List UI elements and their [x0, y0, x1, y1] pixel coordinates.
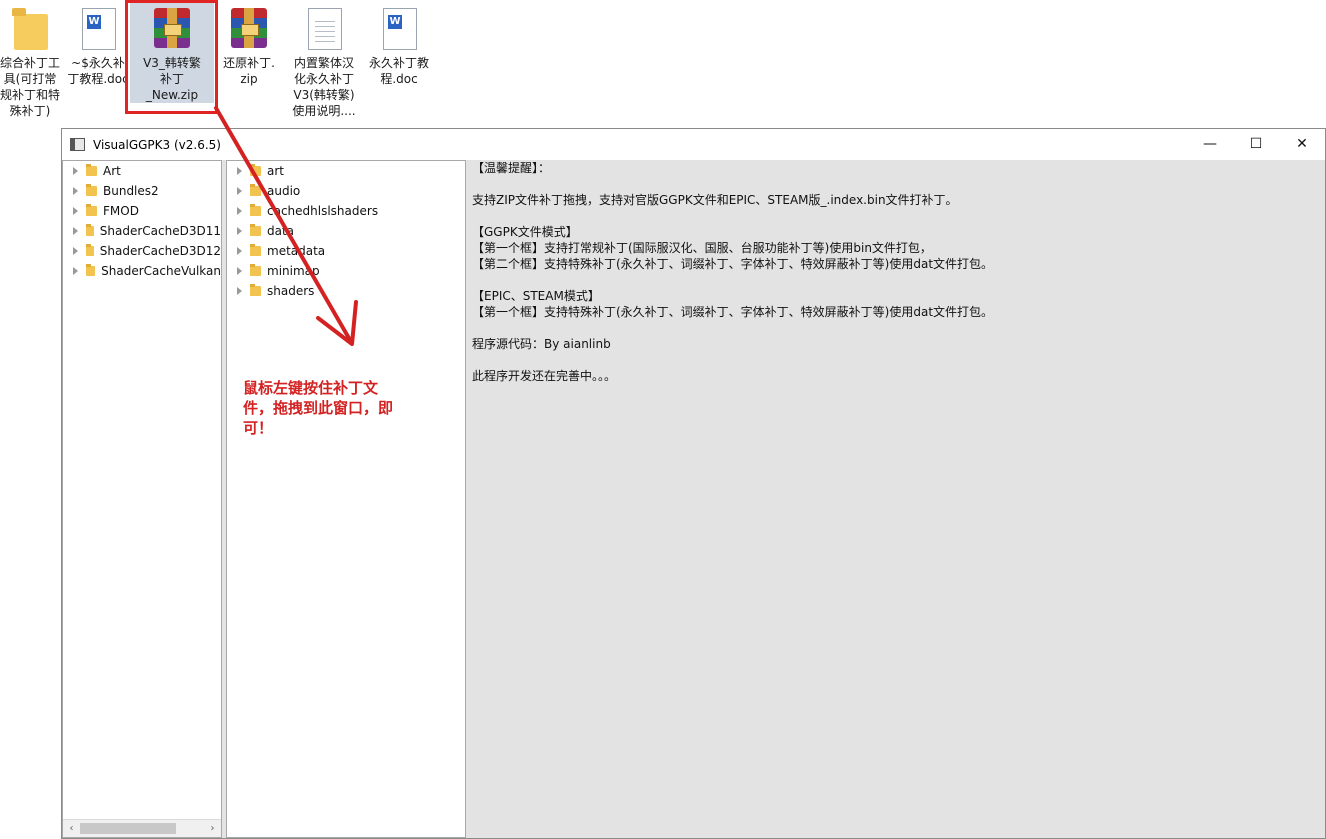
info-line	[472, 320, 1319, 336]
expand-arrow-icon[interactable]	[237, 247, 242, 255]
tree-item[interactable]: ShaderCacheVulkan	[63, 261, 221, 281]
desktop-icon-label: 永久补丁教 程.doc	[368, 56, 429, 86]
tree-item[interactable]: FMOD	[63, 201, 221, 221]
tree-item-label: metadata	[267, 244, 326, 258]
desktop: 综合补丁工 具(可打常 规补丁和特 殊补丁) W ~$永久补 丁教程.doc V…	[0, 0, 1326, 128]
info-line: 【第一个框】支持打常规补丁(国际服汉化、国服、台服功能补丁等)使用bin文件打包…	[472, 241, 932, 255]
folder-icon	[250, 224, 261, 236]
tree-item-label: cachedhlslshaders	[267, 204, 379, 218]
tree-item-label: ShaderCacheVulkan	[101, 264, 221, 278]
expand-arrow-icon[interactable]	[237, 227, 242, 235]
tree-item[interactable]: shaders	[227, 281, 465, 301]
expand-arrow-icon[interactable]	[237, 267, 242, 275]
horizontal-scrollbar[interactable]: ‹ ›	[63, 819, 221, 837]
info-line: 支持ZIP文件补丁拖拽，支持对官版GGPK文件和EPIC、STEAM版_.ind…	[472, 193, 958, 207]
window-title: VisualGGPK3 (v2.6.5)	[93, 137, 221, 152]
tree-item-label: ShaderCacheD3D12	[99, 244, 221, 258]
desktop-icon-label: 还原补丁. zip	[223, 56, 275, 86]
tree-item-label: Art	[103, 164, 121, 178]
close-button[interactable]: ✕	[1279, 129, 1325, 160]
text-doc-icon	[308, 8, 342, 50]
window-body: Art Bundles2 FMOD ShaderCacheD3D11 Shade…	[62, 160, 1325, 838]
folder-icon	[86, 244, 94, 256]
expand-arrow-icon[interactable]	[73, 167, 78, 175]
tree-item[interactable]: Bundles2	[63, 181, 221, 201]
info-line	[472, 352, 1319, 368]
scroll-right-icon[interactable]: ›	[204, 820, 221, 837]
desktop-icon-label: 内置繁体汉 化永久补丁 V3(韩转繁) 使用说明....	[292, 56, 356, 118]
tree-item-label: art	[267, 164, 284, 178]
folder-icon	[86, 164, 97, 176]
app-window: VisualGGPK3 (v2.6.5) — ☐ ✕ Art Bundles2 …	[61, 128, 1326, 839]
tree-item[interactable]: minimap	[227, 261, 465, 281]
tree-item-label: shaders	[267, 284, 315, 298]
scrollbar-thumb[interactable]	[80, 823, 176, 834]
word-doc-icon: W	[383, 8, 417, 50]
expand-arrow-icon[interactable]	[73, 227, 78, 235]
info-line: 【EPIC、STEAM模式】	[472, 289, 600, 303]
app-window-icon	[70, 138, 85, 151]
tree-item[interactable]: data	[227, 221, 465, 241]
expand-arrow-icon[interactable]	[237, 287, 242, 295]
info-line: 此程序开发还在完善中。。。	[472, 369, 617, 383]
info-line	[472, 208, 1319, 224]
expand-arrow-icon[interactable]	[237, 207, 242, 215]
minimize-button[interactable]: —	[1187, 129, 1233, 160]
info-text-pane: 【温馨提醒】： 支持ZIP文件补丁拖拽，支持对官版GGPK文件和EPIC、STE…	[466, 160, 1325, 838]
scroll-left-icon[interactable]: ‹	[63, 820, 80, 837]
expand-arrow-icon[interactable]	[73, 187, 78, 195]
maximize-button[interactable]: ☐	[1233, 129, 1279, 160]
tree-item-label: data	[267, 224, 295, 238]
tree-item[interactable]: Art	[63, 161, 221, 181]
drag-instruction-text: 鼠标左键按住补丁文件，拖拽到此窗口，即可！	[243, 379, 394, 437]
bundle-tree-pane[interactable]: art audio cachedhlslshaders data metadat…	[226, 160, 466, 838]
tree-item-label: Bundles2	[103, 184, 159, 198]
info-line	[472, 176, 1319, 192]
folder-icon	[12, 8, 48, 50]
folder-icon	[86, 184, 97, 196]
tree-item-label: ShaderCacheD3D11	[99, 224, 221, 238]
info-line: 【温馨提醒】：	[472, 161, 551, 175]
tree-item-label: audio	[267, 184, 301, 198]
title-bar[interactable]: VisualGGPK3 (v2.6.5) — ☐ ✕	[62, 129, 1325, 160]
expand-arrow-icon[interactable]	[73, 267, 78, 275]
folder-icon	[250, 284, 261, 296]
expand-arrow-icon[interactable]	[73, 247, 78, 255]
tree-item[interactable]: ShaderCacheD3D11	[63, 221, 221, 241]
red-highlight-box	[125, 0, 218, 114]
folder-icon	[250, 244, 261, 256]
info-line	[472, 272, 1319, 288]
folder-icon	[250, 184, 261, 196]
folder-icon	[250, 264, 261, 276]
tree-item[interactable]: audio	[227, 181, 465, 201]
tree-item-label: minimap	[267, 264, 320, 278]
tree-item-label: FMOD	[103, 204, 139, 218]
expand-arrow-icon[interactable]	[73, 207, 78, 215]
info-line: 【第一个框】支持特殊补丁(永久补丁、词缀补丁、字体补丁、特效屏蔽补丁等)使用da…	[472, 305, 994, 319]
desktop-icon-tutorial-doc[interactable]: W 永久补丁教 程.doc	[357, 0, 441, 87]
winrar-archive-icon	[231, 8, 267, 48]
folder-icon	[250, 204, 261, 216]
expand-arrow-icon[interactable]	[237, 167, 242, 175]
tree-item[interactable]: ShaderCacheD3D12	[63, 241, 221, 261]
info-line: 程序源代码：By aianlinb	[472, 337, 611, 351]
folder-icon	[250, 164, 261, 176]
tree-item[interactable]: cachedhlslshaders	[227, 201, 465, 221]
desktop-icon-restore-patch-zip[interactable]: 还原补丁. zip	[207, 0, 291, 87]
desktop-icon-readme-txt[interactable]: 内置繁体汉 化永久补丁 V3(韩转繁) 使用说明....	[282, 0, 366, 119]
folder-icon	[86, 204, 97, 216]
ggpk-tree-pane[interactable]: Art Bundles2 FMOD ShaderCacheD3D11 Shade…	[62, 160, 222, 838]
folder-icon	[86, 264, 96, 276]
info-line: 【第二个框】支持特殊补丁(永久补丁、词缀补丁、字体补丁、特效屏蔽补丁等)使用da…	[472, 257, 994, 271]
info-line: 【GGPK文件模式】	[472, 225, 578, 239]
tree-item[interactable]: art	[227, 161, 465, 181]
expand-arrow-icon[interactable]	[237, 187, 242, 195]
tree-item[interactable]: metadata	[227, 241, 465, 261]
word-doc-icon: W	[82, 8, 116, 50]
folder-icon	[86, 224, 94, 236]
